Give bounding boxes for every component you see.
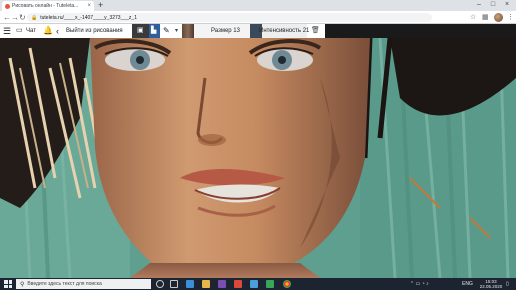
tab-title: Рисовать онлайн - Tuteleta... [12, 3, 79, 9]
close-window-button[interactable]: × [500, 0, 514, 10]
bell-icon[interactable]: 🔔 [43, 24, 53, 38]
store-icon[interactable] [218, 280, 226, 288]
chrome-icon[interactable] [283, 280, 291, 288]
lock-icon: 🔒 [31, 14, 38, 21]
extension-icon[interactable]: ▦ [482, 12, 489, 23]
brush-icon: ✎ [163, 26, 170, 35]
chat-icon[interactable]: ▭ [16, 24, 23, 38]
browser-tab[interactable]: Рисовать онлайн - Tuteleta... × [2, 1, 94, 11]
back-icon[interactable]: ‹ [56, 24, 59, 38]
windows-taskbar: ⚲ Введите здесь текст для поиска ⌃ ▭ ◔ ♪… [0, 278, 516, 290]
more-menu-icon[interactable]: ⋮ [507, 12, 514, 23]
taskbar-search-placeholder: Введите здесь текст для поиска [27, 281, 102, 287]
tab-close-icon[interactable]: × [87, 3, 91, 9]
taskbar-clock[interactable]: 15:03 22.05.2020 [478, 279, 504, 289]
new-tab-button[interactable]: + [98, 0, 103, 10]
chat-button[interactable]: Чат [26, 24, 36, 38]
size-label: Размер 13 [211, 28, 240, 34]
search-icon: ⚲ [20, 281, 25, 288]
back-arrow-icon[interactable]: ← [3, 12, 11, 23]
task-view-icon[interactable] [170, 280, 178, 288]
app-icon-red[interactable] [234, 280, 242, 288]
profile-avatar[interactable] [494, 13, 503, 22]
file-explorer-icon[interactable] [202, 280, 210, 288]
intensity-label: Интенсивность 21 [259, 28, 310, 34]
star-icon[interactable]: ☆ [470, 12, 476, 23]
url-bar[interactable]: 🔒 tuteleta.ru/____x_-1407____y_3273___z_… [27, 13, 432, 22]
reload-icon[interactable]: ↻ [19, 12, 26, 23]
tray-icons[interactable]: ⌃ ▭ ◔ ♪ [410, 278, 429, 290]
address-bar-row: ← → ↻ 🔒 tuteleta.ru/____x_-1407____y_327… [0, 11, 516, 24]
cortana-icon[interactable] [156, 280, 164, 288]
painting [0, 38, 516, 278]
edge-icon[interactable] [186, 280, 194, 288]
language-indicator[interactable]: ENG [462, 278, 473, 290]
chevron-down-icon[interactable]: ▾ [175, 24, 178, 38]
windows-start-icon[interactable] [4, 280, 12, 288]
trash-icon: 🗑 [311, 27, 320, 34]
browser-tab-bar: Рисовать онлайн - Tuteleta... × + – □ × [0, 0, 516, 11]
hamburger-icon[interactable]: ☰ [3, 24, 11, 38]
lock-icon: ▣ [137, 27, 144, 34]
mail-icon[interactable] [250, 280, 258, 288]
maximize-button[interactable]: □ [486, 0, 500, 10]
minimize-button[interactable]: – [472, 0, 486, 10]
tab-favicon-icon [5, 3, 10, 9]
app-icon-green[interactable] [266, 280, 274, 288]
drawing-canvas[interactable] [0, 38, 516, 278]
url-text: tuteleta.ru/____x_-1407____y_3273___z_1 [40, 14, 137, 21]
current-color-swatch[interactable] [182, 24, 194, 38]
forward-arrow-icon[interactable]: → [11, 12, 19, 23]
window-controls: – □ × [472, 0, 514, 10]
layers-icon: ▙ [151, 27, 157, 34]
clock-date: 22.05.2020 [479, 284, 503, 289]
notification-icon[interactable]: ▯ [506, 278, 509, 290]
exit-drawing-button[interactable]: Выйти из рисования [66, 24, 123, 38]
taskbar-search-box[interactable]: ⚲ Введите здесь текст для поиска [16, 279, 151, 289]
